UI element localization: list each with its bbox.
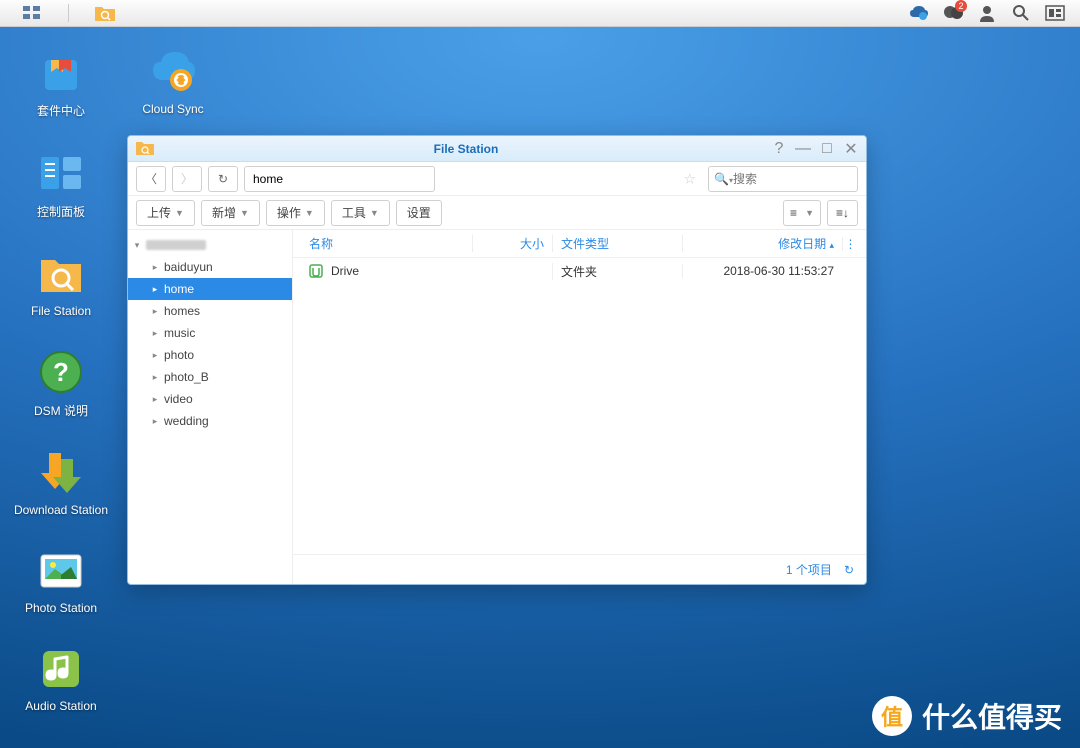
window-title: File Station [160, 142, 772, 156]
svg-text:?: ? [53, 357, 69, 387]
desktop-icon-label: Photo Station [25, 601, 97, 615]
column-header-size[interactable]: 大小 [472, 235, 552, 252]
table-row[interactable]: Drive文件夹2018-06-30 11:53:27 [293, 258, 866, 284]
taskbar: 2 [0, 0, 1080, 27]
path-input[interactable] [244, 166, 435, 192]
file-station-window: File Station ? — □ ✕ 〈 〉 ↻ ☆ 🔍▾ 上传▼ 新增▼ … [127, 135, 867, 585]
tree-item-photo[interactable]: ▸photo [128, 344, 292, 366]
upload-button[interactable]: 上传▼ [136, 200, 195, 226]
toolbar: 上传▼ 新增▼ 操作▼ 工具▼ 设置 ≡▼ ≡↓ [128, 196, 866, 230]
footer-refresh-icon[interactable]: ↻ [844, 563, 854, 577]
window-maximize-icon[interactable]: □ [820, 142, 834, 156]
create-button[interactable]: 新增▼ [201, 200, 260, 226]
taskbar-separator [68, 4, 69, 22]
widgets-icon[interactable] [1044, 2, 1066, 24]
tree-item-wedding[interactable]: ▸wedding [128, 410, 292, 432]
nav-refresh-button[interactable]: ↻ [208, 166, 238, 192]
navigation-bar: 〈 〉 ↻ ☆ 🔍▾ [128, 162, 866, 196]
tree-item-baiduyun[interactable]: ▸baiduyun [128, 256, 292, 278]
column-menu-icon[interactable]: ⋮ [842, 237, 858, 251]
desktop-icon-control-panel[interactable]: 控制面板 [16, 149, 106, 220]
notifications-icon[interactable]: 2 [942, 2, 964, 24]
user-icon[interactable] [976, 2, 998, 24]
column-header-name[interactable]: 名称 [301, 235, 472, 252]
favorite-star-icon[interactable]: ☆ [683, 170, 696, 187]
search-field-icon: 🔍▾ [714, 172, 733, 186]
settings-button[interactable]: 设置 [396, 200, 442, 226]
desktop-icon-label: Cloud Sync [142, 102, 203, 116]
tree-root[interactable]: ▾ [128, 234, 292, 256]
window-close-icon[interactable]: ✕ [844, 142, 858, 156]
main-menu-button[interactable] [2, 1, 62, 26]
nav-back-button[interactable]: 〈 [136, 166, 166, 192]
desktop-icon-cloud-sync[interactable]: Cloud Sync [128, 48, 218, 116]
notification-badge: 2 [955, 0, 967, 12]
item-count: 1 个项目 [786, 561, 832, 578]
tree-item-video[interactable]: ▸video [128, 388, 292, 410]
window-titlebar[interactable]: File Station ? — □ ✕ [128, 136, 866, 162]
desktop-icon-label: File Station [31, 304, 91, 318]
desktop-icon-photo-station[interactable]: Photo Station [16, 547, 106, 615]
search-icon[interactable] [1010, 2, 1032, 24]
watermark-text: 什么值得买 [922, 696, 1062, 736]
watermark-badge-icon: 值 [872, 696, 912, 736]
tree-item-photo_B[interactable]: ▸photo_B [128, 366, 292, 388]
folder-tree-sidebar: ▾ ▸baiduyun▸home▸homes▸music▸photo▸photo… [128, 230, 293, 584]
desktop-icon-package-center[interactable]: 套件中心 [16, 48, 106, 119]
tree-item-homes[interactable]: ▸homes [128, 300, 292, 322]
desktop-icons-column-2: Cloud Sync [128, 48, 218, 116]
status-footer: 1 个项目 ↻ [293, 554, 866, 584]
desktop-icon-dsm-help[interactable]: ? DSM 说明 [16, 348, 106, 419]
cloud-status-icon[interactable] [908, 2, 930, 24]
tree-item-music[interactable]: ▸music [128, 322, 292, 344]
desktop-icon-label: 控制面板 [37, 203, 85, 220]
tree-item-home[interactable]: ▸home [128, 278, 292, 300]
desktop-icons-column-1: 套件中心 控制面板 File Station ? DSM 说明 Download… [16, 48, 106, 713]
window-minimize-icon[interactable]: — [796, 142, 810, 156]
desktop-icon-label: DSM 说明 [34, 402, 88, 419]
file-list-panel: 名称 大小 文件类型 修改日期 ▴ ⋮ Drive文件夹2018-06-30 1… [293, 230, 866, 584]
table-header: 名称 大小 文件类型 修改日期 ▴ ⋮ [293, 230, 866, 258]
file-station-window-icon [136, 141, 154, 157]
nav-forward-button[interactable]: 〉 [172, 166, 202, 192]
desktop-icon-label: Download Station [14, 503, 108, 517]
action-button[interactable]: 操作▼ [266, 200, 325, 226]
desktop-icon-label: Audio Station [25, 699, 96, 713]
taskbar-filestation-button[interactable] [75, 1, 135, 26]
column-header-date[interactable]: 修改日期 ▴ [682, 235, 842, 252]
window-help-icon[interactable]: ? [772, 142, 786, 156]
desktop-icon-label: 套件中心 [37, 102, 85, 119]
watermark: 值 什么值得买 [872, 696, 1062, 736]
sort-button[interactable]: ≡↓ [827, 200, 858, 226]
view-mode-button[interactable]: ≡▼ [783, 200, 821, 226]
tools-button[interactable]: 工具▼ [331, 200, 390, 226]
column-header-type[interactable]: 文件类型 [552, 235, 682, 252]
desktop-icon-download-station[interactable]: Download Station [16, 449, 106, 517]
desktop-icon-file-station[interactable]: File Station [16, 250, 106, 318]
desktop-icon-audio-station[interactable]: Audio Station [16, 645, 106, 713]
